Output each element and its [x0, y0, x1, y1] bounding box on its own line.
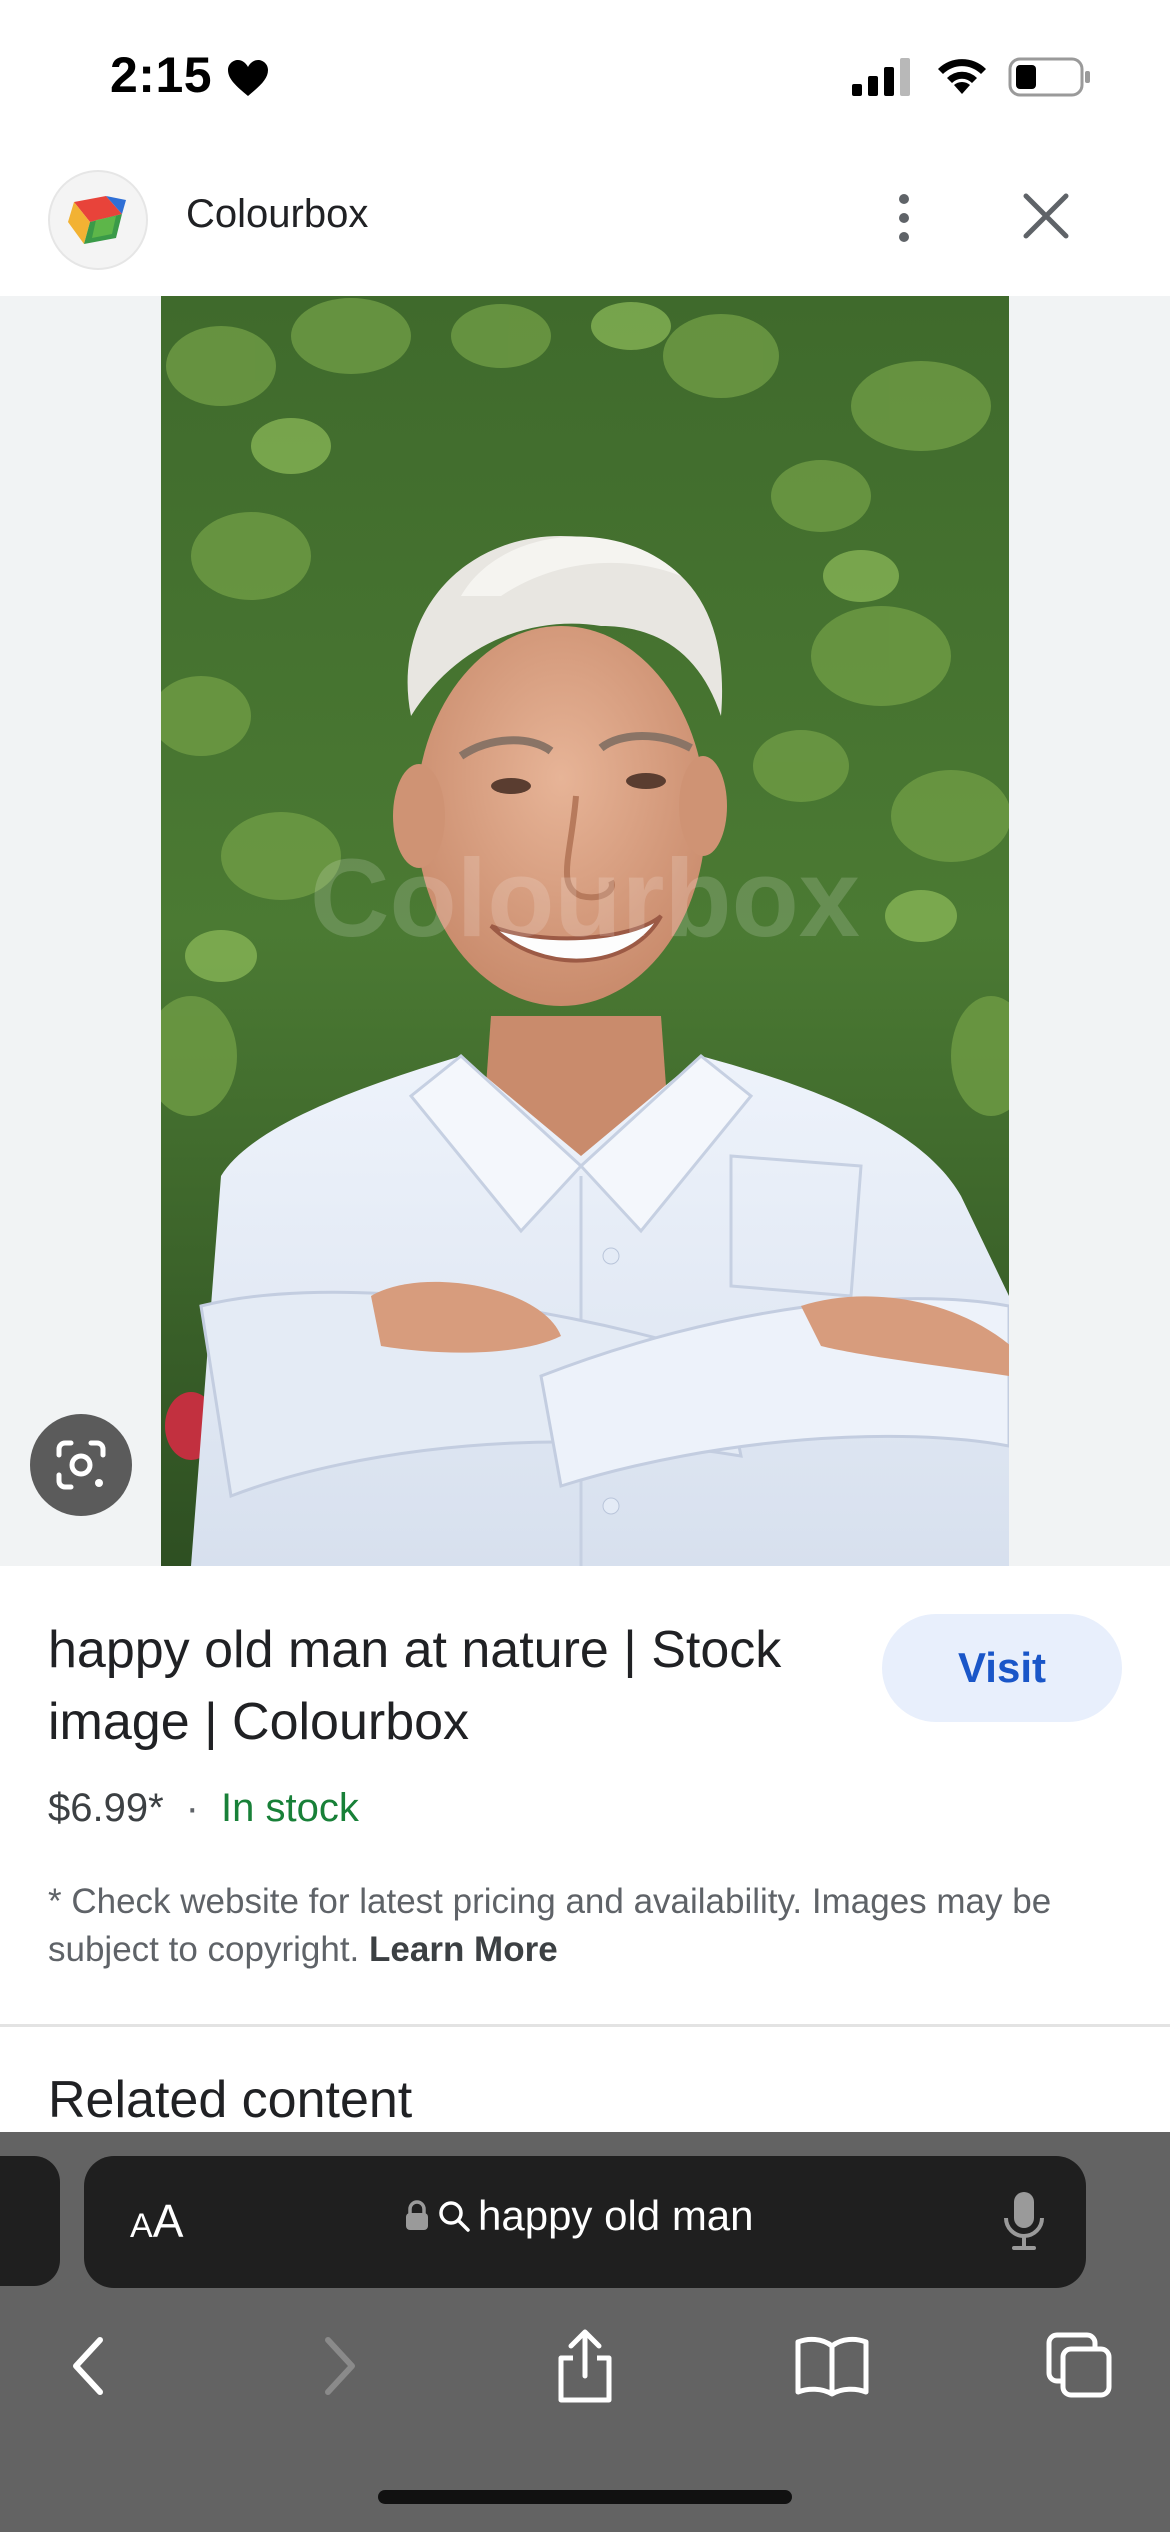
visit-button[interactable]: Visit [882, 1614, 1122, 1722]
watermark: Colourbox [310, 837, 860, 960]
status-time: 2:15 [110, 47, 213, 103]
price: $6.99* [48, 1786, 164, 1830]
result-title[interactable]: happy old man at nature | Stock image | … [48, 1614, 868, 1758]
related-content-heading: Related content [48, 2071, 413, 2129]
url-field[interactable]: happy old man [404, 2192, 754, 2240]
forward-icon[interactable] [290, 2316, 390, 2416]
google-lens-icon[interactable] [30, 1414, 132, 1516]
reader-aa-button[interactable]: AA [130, 2194, 183, 2248]
site-header: Colourbox [0, 150, 1170, 296]
site-name[interactable]: Colourbox [186, 192, 368, 237]
more-vertical-icon[interactable] [874, 178, 934, 258]
learn-more-link[interactable]: Learn More [369, 1930, 558, 1969]
result-info: happy old man at nature | Stock image | … [0, 1566, 1170, 2027]
url-text[interactable]: happy old man [478, 2192, 754, 2240]
status-bar: 2:15 [0, 0, 1170, 150]
home-indicator [378, 2490, 792, 2504]
stock-status: In stock [221, 1786, 359, 1830]
image-viewer: Colourbox [0, 296, 1170, 1566]
previous-tab-preview[interactable] [0, 2156, 60, 2286]
tabs-icon[interactable] [1030, 2316, 1130, 2416]
browser-toolbar [0, 2316, 1170, 2416]
wifi-icon [938, 59, 986, 94]
bookmarks-icon[interactable] [782, 2316, 882, 2416]
close-icon[interactable] [1016, 186, 1076, 246]
back-icon[interactable] [38, 2316, 138, 2416]
address-bar[interactable]: AA happy old man [84, 2156, 1086, 2288]
browser-bottom-bar: AA happy old man [0, 2132, 1170, 2532]
divider [0, 2024, 1170, 2027]
heart-icon [228, 60, 268, 96]
search-icon [439, 2201, 470, 2232]
disclaimer: * Check website for latest pricing and a… [48, 1878, 1138, 1974]
price-row: $6.99* · In stock [48, 1786, 359, 1831]
battery-icon [1008, 57, 1090, 97]
microphone-icon[interactable] [1000, 2188, 1048, 2254]
stock-photo[interactable]: Colourbox [161, 296, 1009, 1566]
cellular-signal-icon [852, 58, 910, 96]
separator: · [185, 1786, 199, 1830]
colourbox-logo-icon[interactable] [48, 170, 148, 270]
share-icon[interactable] [535, 2316, 635, 2416]
lock-icon [406, 2200, 428, 2230]
